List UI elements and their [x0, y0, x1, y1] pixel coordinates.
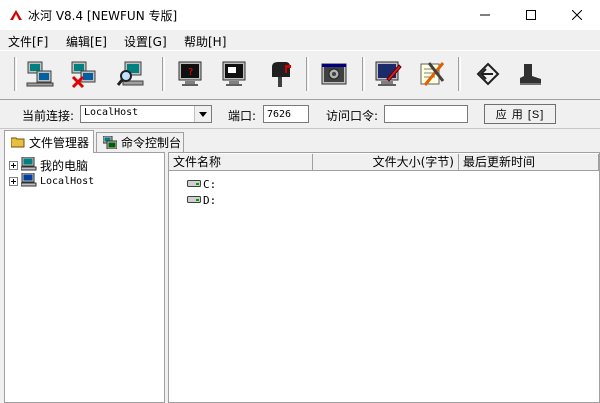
menu-file[interactable]: 文件[F]: [8, 33, 48, 50]
delete-host-button[interactable]: [66, 57, 102, 91]
tab-file-manager[interactable]: 文件管理器: [4, 130, 94, 153]
expand-icon[interactable]: [9, 176, 18, 186]
tab-file-manager-label: 文件管理器: [29, 135, 90, 150]
search-host-button[interactable]: [114, 57, 150, 91]
menu-bar: 文件[F] 编辑[E] 设置[G] 帮助[H]: [0, 30, 600, 50]
delete-host-icon: [71, 61, 96, 89]
tree-item-localhost[interactable]: LocalHost: [9, 172, 95, 190]
current-connection-select[interactable]: LocalHost: [80, 105, 212, 123]
computer-icon: [20, 172, 37, 190]
add-host-icon: [26, 61, 54, 87]
config-button[interactable]: [316, 57, 352, 91]
toolbar-separator: [162, 57, 165, 91]
tree-item-label: 我的电脑: [40, 158, 89, 173]
drive-name: C:: [203, 177, 217, 191]
mailbox-button[interactable]: [262, 57, 298, 91]
screen-control-button[interactable]: [216, 57, 252, 91]
password-input[interactable]: [385, 106, 467, 123]
password-field[interactable]: [384, 105, 468, 123]
menu-edit[interactable]: 编辑[E]: [66, 33, 107, 50]
search-host-icon: [117, 61, 144, 86]
title-bar: 冰河 V8.4 [NEWFUN 专版]: [0, 0, 600, 30]
menu-settings[interactable]: 设置[G]: [124, 33, 167, 50]
list-item[interactable]: D:: [187, 193, 216, 207]
tab-bar: 文件管理器 命令控制台: [0, 130, 600, 153]
current-connection-label: 当前连接:: [22, 109, 75, 123]
password-label: 访问口令:: [326, 109, 379, 123]
tree-item-my-computer[interactable]: 我的电脑: [9, 156, 89, 174]
toolbar-separator: [14, 57, 17, 91]
apply-button[interactable]: 应 用 [S]: [484, 104, 556, 124]
edit-icon: [375, 61, 402, 86]
tools-icon: [420, 62, 445, 86]
minimize-icon: [480, 14, 490, 16]
ice-river-logo-icon: [8, 7, 24, 23]
edit-button[interactable]: [370, 57, 406, 91]
port-field[interactable]: [263, 105, 309, 123]
exit-button[interactable]: [512, 57, 548, 91]
add-host-button[interactable]: [22, 57, 58, 91]
file-list-pane: 文件名称 文件大小(字节) 最后更新时间 C: D:: [168, 152, 600, 403]
svg-text:?: ?: [188, 67, 193, 78]
expand-icon[interactable]: [9, 160, 18, 170]
close-button[interactable]: [554, 0, 600, 30]
tab-command-console-label: 命令控制台: [121, 136, 182, 150]
column-header-modified[interactable]: 最后更新时间: [459, 154, 599, 171]
config-icon: [321, 63, 347, 85]
drive-icon: [187, 193, 201, 207]
connection-bar: 当前连接: LocalHost 端口: 访问口令: 应 用 [S]: [0, 100, 600, 129]
toolbar-separator: [458, 57, 461, 91]
maximize-button[interactable]: [508, 0, 554, 30]
toolbar-separator: [362, 57, 365, 91]
minimize-button[interactable]: [462, 0, 508, 30]
tab-command-console[interactable]: 命令控制台: [96, 132, 184, 152]
close-icon: [572, 10, 582, 20]
drive-name: D:: [203, 193, 217, 207]
column-header-size[interactable]: 文件大小(字节): [313, 154, 459, 171]
column-header-name[interactable]: 文件名称: [169, 154, 313, 171]
menu-help[interactable]: 帮助[H]: [184, 33, 226, 50]
current-connection-value: LocalHost: [84, 107, 139, 118]
screen-capture-button[interactable]: ?: [172, 57, 208, 91]
port-input[interactable]: [264, 106, 308, 123]
toolbar: ?: [0, 50, 600, 100]
console-icon: [103, 136, 117, 149]
maximize-icon: [526, 10, 536, 20]
exit-boot-icon: [520, 64, 541, 85]
window-title: 冰河 V8.4 [NEWFUN 专版]: [28, 9, 178, 23]
tools-button[interactable]: [414, 57, 450, 91]
toolbar-separator: [306, 57, 309, 91]
screen-control-icon: [222, 61, 246, 86]
tree-pane: 我的电脑 LocalHost: [4, 152, 165, 403]
folder-icon: [11, 136, 25, 148]
tree-item-label: LocalHost: [40, 175, 95, 187]
chevron-down-icon[interactable]: [194, 106, 211, 122]
back-button[interactable]: [470, 57, 506, 91]
back-icon: [476, 62, 500, 86]
computer-icon: [20, 156, 37, 174]
drive-icon: [187, 177, 201, 191]
port-label: 端口:: [228, 109, 257, 123]
list-item[interactable]: C:: [187, 177, 216, 191]
mailbox-icon: [272, 62, 291, 87]
screen-capture-icon: ?: [178, 61, 202, 86]
